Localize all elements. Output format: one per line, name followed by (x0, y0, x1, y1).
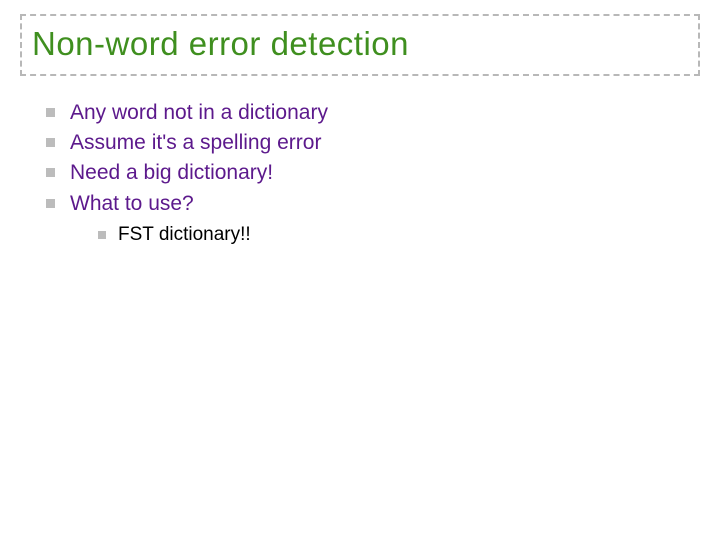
sub-bullet-text: FST dictionary!! (118, 224, 251, 245)
bullet-item: Need a big dictionary! (46, 158, 700, 188)
bullet-text: What to use? (70, 192, 194, 215)
bullet-text: Need a big dictionary! (70, 161, 273, 184)
title-container: Non-word error detection (20, 14, 700, 76)
bullet-item: What to use? FST dictionary!! (46, 189, 700, 250)
bullet-item: Any word not in a dictionary (46, 98, 700, 128)
slide: Non-word error detection Any word not in… (0, 0, 720, 540)
sub-bullet-list: FST dictionary!! (70, 221, 700, 250)
slide-title: Non-word error detection (32, 24, 688, 64)
bullet-text: Assume it's a spelling error (70, 131, 321, 154)
bullet-text: Any word not in a dictionary (70, 101, 328, 124)
bullet-item: Assume it's a spelling error (46, 128, 700, 158)
sub-bullet-item: FST dictionary!! (98, 221, 700, 250)
bullet-list: Any word not in a dictionary Assume it's… (20, 98, 700, 250)
